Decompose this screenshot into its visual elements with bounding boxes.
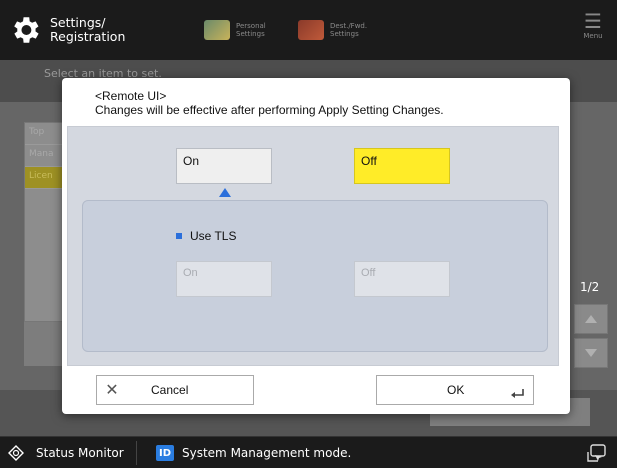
remote-ui-dialog: <Remote UI> Changes will be effective af…: [62, 78, 570, 414]
tls-sub-panel: [82, 200, 548, 352]
on-button[interactable]: On: [176, 148, 272, 184]
arrow-up-icon: [585, 315, 597, 323]
top-bar: Settings/ Registration Personal Settings…: [0, 0, 617, 60]
enter-icon: [511, 389, 524, 398]
tab-dest-fwd-settings[interactable]: Dest./Fwd. Settings: [298, 10, 367, 50]
use-tls-label: Use TLS: [176, 229, 236, 243]
hamburger-icon: ☰: [584, 9, 602, 33]
tls-off-button[interactable]: Off: [354, 261, 450, 297]
tls-on-button[interactable]: On: [176, 261, 272, 297]
bullet-icon: [176, 233, 182, 239]
cancel-button[interactable]: ✕ Cancel: [96, 375, 254, 405]
gear-icon: [14, 17, 39, 43]
use-tls-text: Use TLS: [190, 229, 237, 243]
id-badge-icon: ID: [156, 445, 174, 461]
tab-personal-settings[interactable]: Personal Settings: [204, 10, 266, 50]
page-indicator: 1/2: [580, 280, 600, 294]
dialog-title: <Remote UI>: [95, 89, 167, 103]
dialog-message: Changes will be effective after performi…: [95, 103, 444, 117]
close-icon: ✕: [105, 382, 119, 399]
system-mode-status: ID System Management mode.: [156, 437, 351, 468]
settings-registration-button[interactable]: Settings/ Registration: [8, 8, 126, 52]
ok-button[interactable]: OK: [376, 375, 534, 405]
system-mode-label: System Management mode.: [182, 446, 352, 460]
arrow-down-icon: [585, 349, 597, 357]
status-divider: [136, 441, 137, 465]
settings-registration-label: Settings/ Registration: [50, 15, 126, 44]
personal-settings-icon: [204, 20, 230, 40]
cancel-label: Cancel: [151, 383, 189, 397]
remote-operation-icon[interactable]: [585, 443, 607, 465]
scroll-up-button[interactable]: [574, 304, 608, 334]
menu-label: Menu: [583, 32, 603, 40]
tab-personal-settings-label: Personal Settings: [236, 22, 266, 38]
status-monitor-icon: [8, 445, 24, 461]
menu-button[interactable]: ☰ Menu: [579, 10, 607, 50]
status-monitor-label: Status Monitor: [36, 446, 124, 460]
off-button[interactable]: Off: [354, 148, 450, 184]
ok-label: OK: [447, 383, 465, 397]
sub-setting-indicator-icon: [219, 188, 231, 197]
tab-dest-fwd-settings-label: Dest./Fwd. Settings: [330, 22, 368, 38]
scroll-down-button[interactable]: [574, 338, 608, 368]
dest-fwd-settings-icon: [298, 20, 324, 40]
status-bar: Status Monitor ID System Management mode…: [0, 436, 617, 468]
status-monitor-button[interactable]: Status Monitor: [8, 437, 124, 468]
